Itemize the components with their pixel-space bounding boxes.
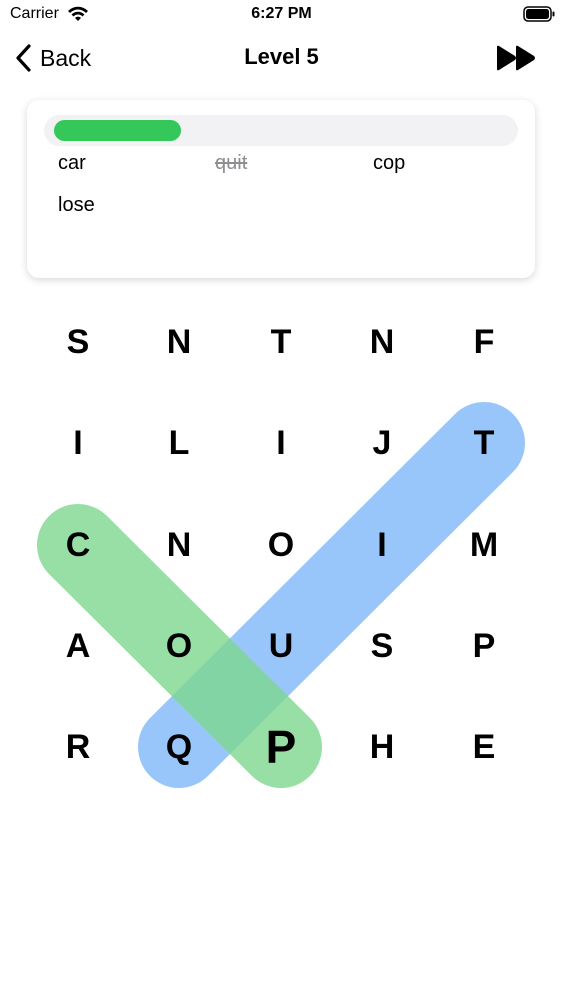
grid-cell[interactable]: N	[139, 505, 219, 585]
grid-cell[interactable]: E	[444, 707, 524, 787]
grid-cell[interactable]: T	[444, 403, 524, 483]
grid-cell[interactable]: R	[38, 707, 118, 787]
word-card: car quit cop lose	[27, 100, 535, 278]
battery-icon	[523, 6, 555, 22]
grid-cell[interactable]: M	[444, 505, 524, 585]
grid-cell[interactable]: O	[241, 505, 321, 585]
skip-forward-icon[interactable]	[495, 44, 539, 72]
grid-cell[interactable]: F	[444, 302, 524, 382]
grid-cell[interactable]: S	[38, 302, 118, 382]
grid-cell[interactable]: A	[38, 606, 118, 686]
progress-track	[44, 115, 518, 146]
grid-cell[interactable]: I	[241, 403, 321, 483]
word-item: car	[58, 152, 86, 174]
grid-cell[interactable]: U	[241, 606, 321, 686]
nav-bar: Back Level 5	[0, 36, 563, 80]
grid-cell[interactable]: O	[139, 606, 219, 686]
grid-cell[interactable]: S	[342, 606, 422, 686]
grid-cell[interactable]: P	[241, 707, 321, 787]
grid-cell[interactable]: L	[139, 403, 219, 483]
grid-cell[interactable]: I	[38, 403, 118, 483]
progress-fill	[54, 120, 181, 141]
word-item: lose	[58, 194, 95, 216]
clock: 6:27 PM	[251, 5, 312, 22]
letter-grid[interactable]: SNTNFILIJTCNOIMAOUSPRQPHE	[0, 290, 563, 800]
word-item: quit	[215, 152, 248, 174]
grid-cell[interactable]: C	[38, 505, 118, 585]
grid-cell[interactable]: N	[342, 302, 422, 382]
grid-cell[interactable]: I	[342, 505, 422, 585]
page-title: Level 5	[244, 44, 319, 69]
grid-cell[interactable]: Q	[139, 707, 219, 787]
grid-cell[interactable]: H	[342, 707, 422, 787]
grid-cell[interactable]: T	[241, 302, 321, 382]
word-item: cop	[373, 152, 406, 174]
grid-cell[interactable]: J	[342, 403, 422, 483]
grid-cell[interactable]: N	[139, 302, 219, 382]
status-bar: Carrier 6:27 PM	[0, 0, 563, 30]
grid-cell[interactable]: P	[444, 606, 524, 686]
